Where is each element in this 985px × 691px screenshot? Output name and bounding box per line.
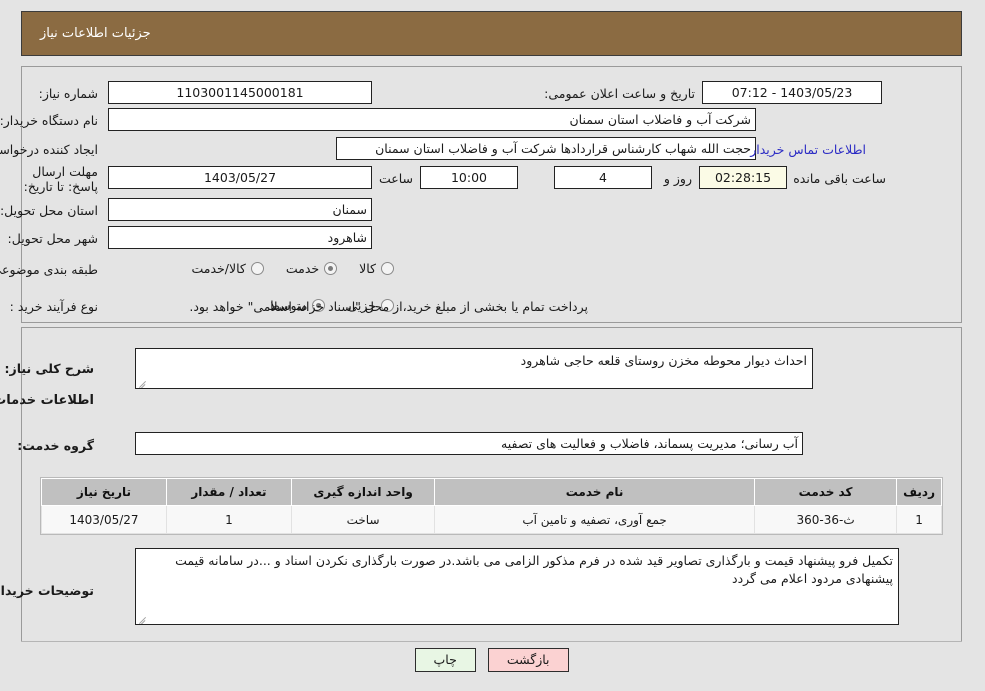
deadline-hour-label: ساعت: [379, 171, 414, 186]
deadline-time-value: 10:00: [421, 166, 519, 189]
buyer-notes-label: توضیحات خریدار:: [0, 583, 95, 598]
remaining-days-value: 4: [555, 166, 653, 189]
remaining-days-label: روز و: [664, 171, 693, 186]
buyer-contact-link[interactable]: اطلاعات تماس خریدار: [751, 142, 867, 157]
general-desc-textarea[interactable]: احداث دیوار محوطه مخزن روستای قلعه حاجی …: [136, 348, 814, 389]
page-title-bar: جزئیات اطلاعات نیاز: [22, 11, 963, 56]
category-radio-group[interactable]: کالا خدمت کالا/خدمت: [192, 261, 395, 276]
province-value: سمنان: [109, 198, 373, 221]
requester-label: ایجاد کننده درخواست:: [0, 142, 99, 157]
print-button[interactable]: چاپ: [415, 648, 477, 672]
need-summary-panel: [22, 66, 963, 323]
buyer-org-label: نام دستگاه خریدار:: [0, 113, 99, 128]
category-option-1[interactable]: خدمت: [286, 261, 339, 276]
buyer-notes-value: تکمیل فرو پیشنهاد قیمت و بارگذاری تصاویر…: [176, 553, 894, 586]
category-label: طبقه بندی موضوعی:: [0, 262, 99, 277]
radio-button-icon[interactable]: [382, 262, 395, 275]
need-number-value: 1103001145000181: [109, 81, 373, 104]
buyer-notes-textarea[interactable]: تکمیل فرو پیشنهاد قیمت و بارگذاری تصاویر…: [136, 548, 900, 625]
table-header-cell: کد خدمت: [754, 478, 899, 506]
need-number-label: شماره نیاز:: [39, 86, 99, 101]
action-button-bar: بازگشت چاپ: [0, 648, 985, 672]
table-cell: جمع آوری، تصفیه و تامین آب: [435, 505, 756, 534]
category-option-2[interactable]: کالا/خدمت: [192, 261, 265, 276]
remaining-hours-label: ساعت باقی مانده: [794, 171, 887, 186]
table-cell: 1403/05/27: [42, 505, 168, 534]
table-row: 1 ث-36-360 جمع آوری، تصفیه و تامین آب ساخت 1…: [42, 505, 943, 534]
table-header-cell: ردیف: [897, 478, 943, 506]
resize-grip-icon[interactable]: [139, 613, 149, 624]
general-desc-label: شرح کلی نیاز:: [5, 361, 95, 376]
public-announce-label: تاریخ و ساعت اعلان عمومی:: [545, 86, 696, 101]
footer-divider: [22, 641, 963, 642]
table-body: 1 ث-36-360 جمع آوری، تصفیه و تامین آب ساخت 1…: [42, 505, 943, 534]
table-cell: 1: [897, 505, 943, 534]
province-label: استان محل تحویل:: [0, 203, 99, 218]
category-option-label: خدمت: [286, 261, 321, 276]
treasury-note: پرداخت تمام یا بخشی از مبلغ خرید،از محل …: [190, 299, 589, 314]
radio-button-icon[interactable]: [251, 262, 265, 275]
table-header-cell: تاریخ نیاز: [42, 478, 168, 506]
table-header-cell: واحد اندازه گیری: [291, 478, 437, 506]
resize-grip-icon[interactable]: [139, 377, 149, 388]
public-announce-value: 1403/05/23 - 07:12: [703, 81, 883, 104]
service-group-value: آب رسانی؛ مدیریت پسماند، فاضلاب و فعالیت…: [136, 432, 804, 455]
city-label: شهر محل تحویل:: [8, 231, 99, 246]
service-group-label: گروه خدمت:: [18, 438, 95, 453]
deadline-date-value: 1403/05/27: [109, 166, 373, 189]
table-cell: 1: [166, 505, 293, 534]
table-cell: ث-36-360: [754, 505, 899, 534]
category-option-0[interactable]: کالا: [360, 261, 395, 276]
category-option-label: کالا/خدمت: [192, 261, 247, 276]
back-button[interactable]: بازگشت: [488, 648, 570, 672]
table-header-row: ردیف کد خدمت نام خدمت واحد اندازه گیری تعداد…: [42, 478, 943, 506]
city-value: شاهرود: [109, 226, 373, 249]
requester-value: حجت الله شهاب کارشناس قراردادها شرکت آب …: [337, 137, 757, 160]
table-cell: ساخت: [291, 505, 437, 534]
category-option-label: کالا: [360, 261, 377, 276]
general-desc-value: احداث دیوار محوطه مخزن روستای قلعه حاجی …: [521, 353, 808, 368]
table-header-cell: تعداد / مقدار: [166, 478, 293, 506]
services-section-title: اطلاعات خدمات مورد نیاز: [0, 393, 95, 408]
radio-button-icon[interactable]: [325, 262, 339, 275]
table-header-cell: نام خدمت: [435, 478, 756, 506]
process-label: نوع فرآیند خرید :: [10, 299, 99, 314]
deadline-label: مهلت ارسال پاسخ: تا تاریخ:: [24, 164, 99, 194]
tender-details-page: AriaTender.net جزئیات اطلاعات نیاز شماره…: [0, 0, 985, 691]
countdown-value: 02:28:15: [700, 166, 788, 189]
page-title: جزئیات اطلاعات نیاز: [41, 26, 152, 41]
buyer-org-value: شرکت آب و فاضلاب استان سمنان: [109, 108, 757, 131]
services-table: ردیف کد خدمت نام خدمت واحد اندازه گیری تعداد…: [41, 477, 944, 535]
